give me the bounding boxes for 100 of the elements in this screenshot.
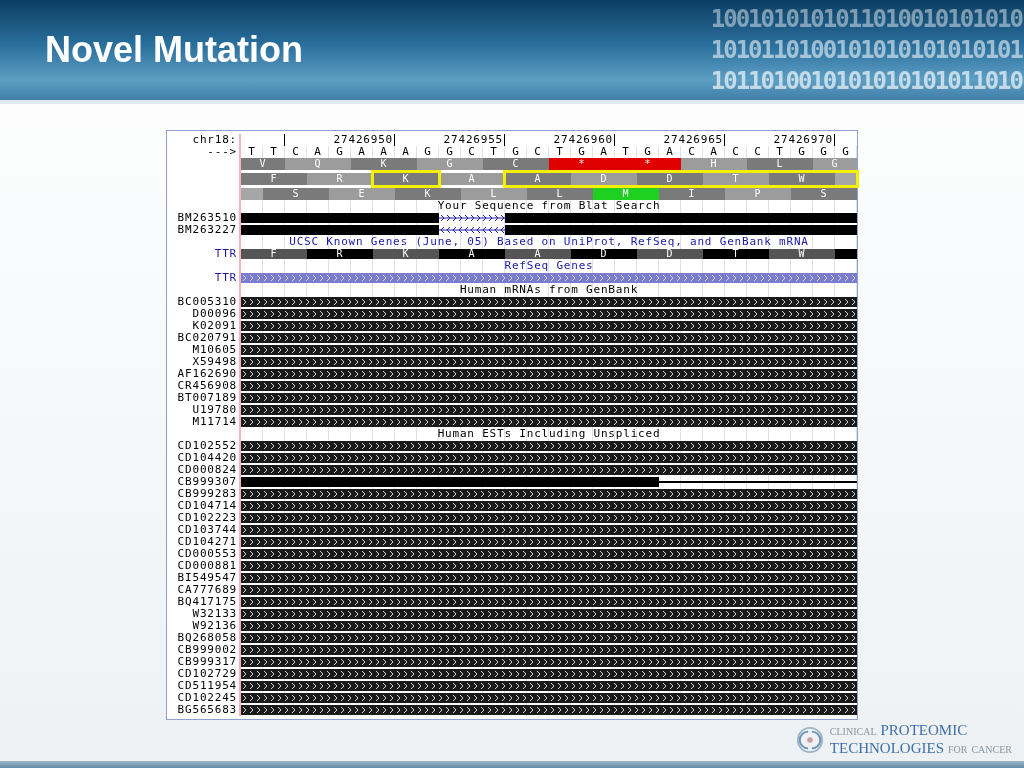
track-label[interactable]: D00096: [167, 308, 239, 320]
base-letter: T: [247, 146, 257, 158]
base-letter: G: [577, 146, 587, 158]
position-label: 27426965: [637, 134, 725, 146]
base-letter: G: [445, 146, 455, 158]
track-label[interactable]: CD102245: [167, 692, 239, 704]
amino-acid: G: [813, 158, 857, 170]
logo-text: FOR: [948, 743, 968, 757]
amino-acid: A: [439, 173, 505, 185]
track-label[interactable]: BC020791: [167, 332, 239, 344]
amino-acid: K: [351, 158, 417, 170]
track-label[interactable]: TTR: [167, 248, 239, 260]
track-label[interactable]: M11714: [167, 416, 239, 428]
track-title: Human ESTs Including Unspliced: [436, 428, 662, 440]
logo-text: TECHNOLOGIES: [829, 740, 944, 756]
track-label[interactable]: BI549547: [167, 572, 239, 584]
amino-acid: K: [395, 188, 461, 200]
base-letter: C: [753, 146, 763, 158]
amino-acid: L: [527, 188, 593, 200]
amino-acid: L: [461, 188, 527, 200]
base-letter: G: [423, 146, 433, 158]
base-letter: G: [841, 146, 851, 158]
base-letter: C: [533, 146, 543, 158]
amino-acid: E: [329, 188, 395, 200]
position-label: 27426950: [307, 134, 395, 146]
amino-acid: P: [725, 188, 791, 200]
base-letter: C: [467, 146, 477, 158]
track-label[interactable]: CD102223: [167, 512, 239, 524]
base-letter: G: [335, 146, 345, 158]
base-letter: A: [401, 146, 411, 158]
track-label[interactable]: CR456908: [167, 380, 239, 392]
amino-acid: R: [307, 173, 373, 185]
track-label[interactable]: CA777689: [167, 584, 239, 596]
track-label[interactable]: K02091: [167, 320, 239, 332]
amino-acid: M: [593, 188, 659, 200]
track-label[interactable]: CD000553: [167, 548, 239, 560]
base-letter: A: [709, 146, 719, 158]
track-label[interactable]: CD103744: [167, 524, 239, 536]
track-label[interactable]: BT007189: [167, 392, 239, 404]
track-label[interactable]: CD511954: [167, 680, 239, 692]
logo-emblem-icon: [795, 726, 824, 754]
track-label[interactable]: CB999002: [167, 644, 239, 656]
track-label[interactable]: CB999317: [167, 656, 239, 668]
amino-acid: S: [791, 188, 857, 200]
amino-acid: F: [241, 249, 307, 259]
amino-acid: A: [439, 249, 505, 259]
track-label[interactable]: BM263510: [167, 212, 239, 224]
base-letter: G: [511, 146, 521, 158]
track-label[interactable]: M10605: [167, 344, 239, 356]
track-label[interactable]: CD104271: [167, 536, 239, 548]
track-label[interactable]: CB999283: [167, 488, 239, 500]
track-label[interactable]: U19780: [167, 404, 239, 416]
track-label[interactable]: X59498: [167, 356, 239, 368]
base-letter: A: [379, 146, 389, 158]
logo-text: PROTEOMIC: [880, 722, 968, 738]
track-label[interactable]: CD104420: [167, 452, 239, 464]
track-label[interactable]: BQ417175: [167, 596, 239, 608]
base-letter: C: [291, 146, 301, 158]
binary-digits: 1011010010101010101011010: [710, 65, 1022, 97]
track-label[interactable]: CD104714: [167, 500, 239, 512]
track-label[interactable]: AF162690: [167, 368, 239, 380]
amino-acid: K: [373, 249, 439, 259]
track-label[interactable]: BG565683: [167, 704, 239, 716]
base-letter: T: [489, 146, 499, 158]
base-letter: G: [819, 146, 829, 158]
track-label[interactable]: BC005310: [167, 296, 239, 308]
track-label[interactable]: CD102552: [167, 440, 239, 452]
track-label[interactable]: BM263227: [167, 224, 239, 236]
binary-digits: 1001010101011010010101010: [710, 3, 1022, 35]
slide-title: Novel Mutation: [45, 29, 303, 71]
track-label[interactable]: CD000824: [167, 464, 239, 476]
amino-acid: A: [505, 249, 571, 259]
track-label[interactable]: CD102729: [167, 668, 239, 680]
track-title: Your Sequence from Blat Search: [436, 200, 662, 212]
track-label[interactable]: TTR: [167, 272, 239, 284]
position-label: 27426955: [417, 134, 505, 146]
track-label[interactable]: CB999307: [167, 476, 239, 488]
base-letter: T: [775, 146, 785, 158]
track-label[interactable]: W32133: [167, 608, 239, 620]
amino-acid: D: [637, 249, 703, 259]
amino-acid: W: [769, 173, 835, 185]
base-letter: T: [555, 146, 565, 158]
track-label[interactable]: CD000881: [167, 560, 239, 572]
amino-acid: I: [659, 188, 725, 200]
amino-acid: T: [703, 173, 769, 185]
gene-block: [835, 249, 857, 259]
amino-acid: H: [681, 158, 747, 170]
amino-acid: A: [505, 173, 571, 185]
base-letter: T: [269, 146, 279, 158]
amino-acid: K: [373, 173, 439, 185]
amino-acid: *: [549, 158, 615, 170]
binary-digits: 1010110100101010101010101: [710, 34, 1022, 66]
track-label[interactable]: BQ268058: [167, 632, 239, 644]
track-title: Human mRNAs from GenBank: [458, 284, 640, 296]
base-letter: G: [797, 146, 807, 158]
base-letter: G: [643, 146, 653, 158]
track-label[interactable]: W92136: [167, 620, 239, 632]
amino-acid: G: [417, 158, 483, 170]
amino-acid: D: [571, 249, 637, 259]
base-letter: A: [665, 146, 675, 158]
